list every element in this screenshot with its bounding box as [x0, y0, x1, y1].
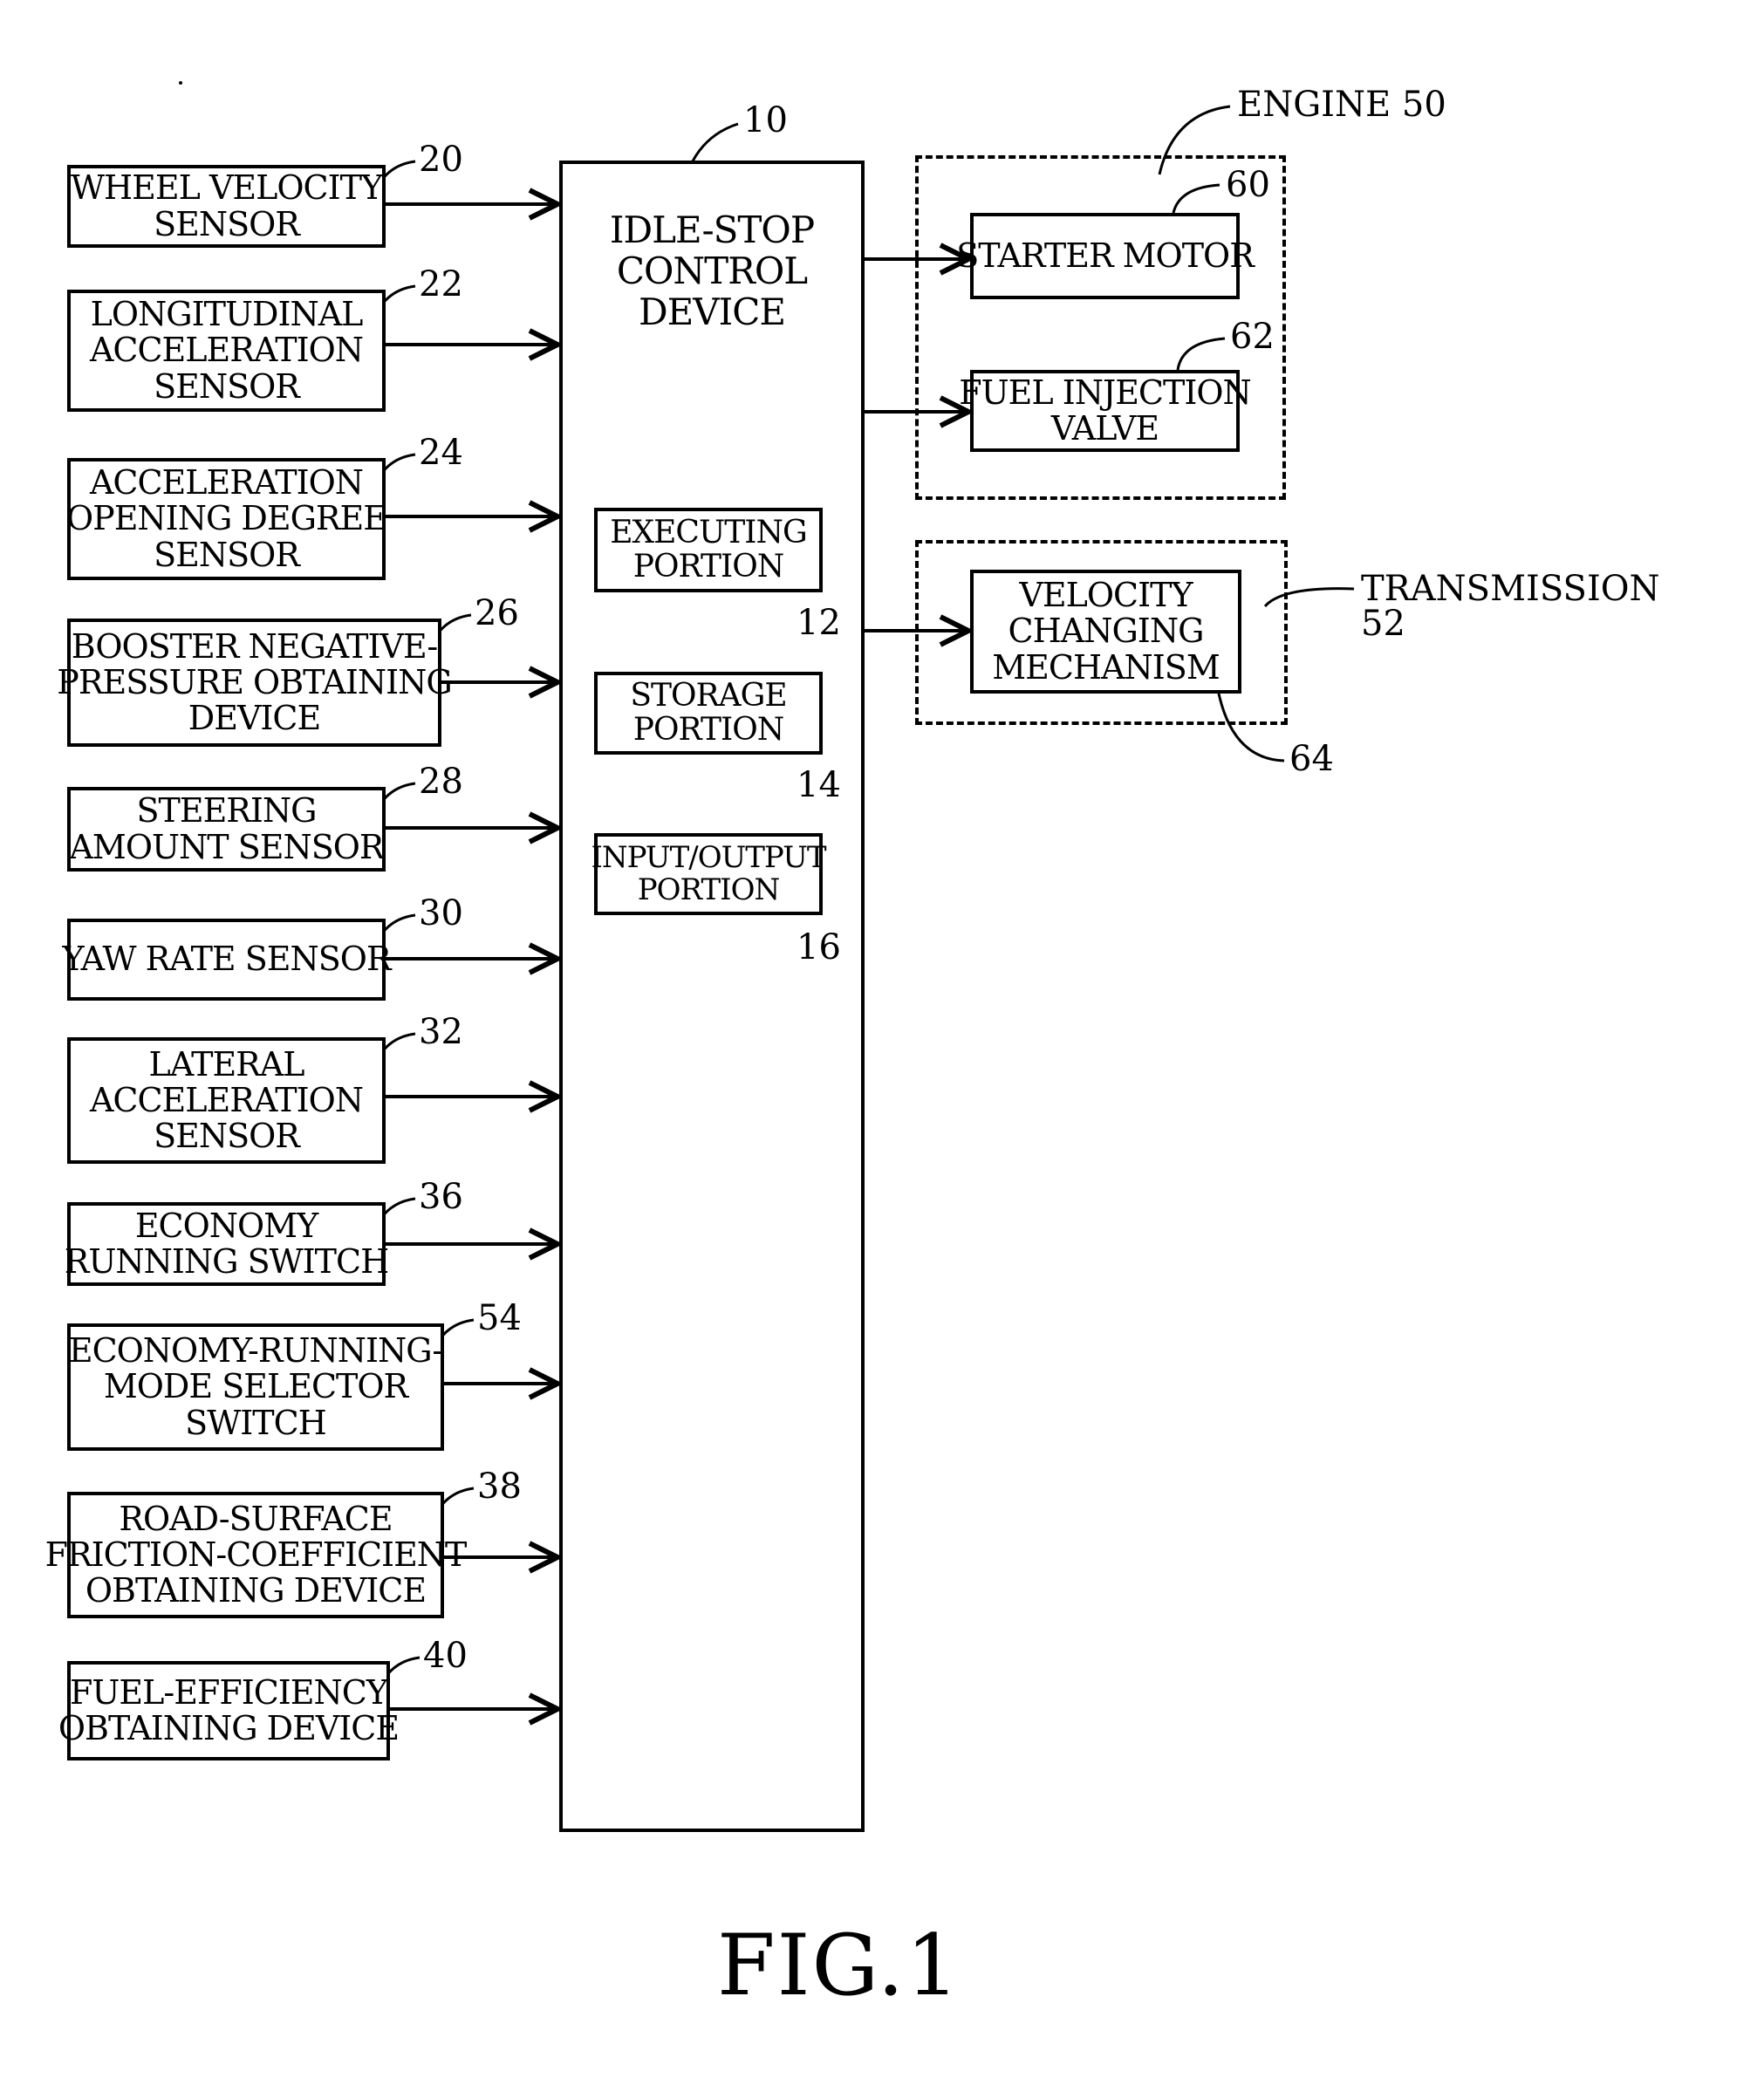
input-block-26: BOOSTER NEGATIVE- PRESSURE OBTAINING DEVIC…: [57, 619, 453, 747]
input-block-32: LATERAL ACCELERATION SENSOR: [67, 1037, 386, 1164]
control-device-label: IDLE-STOP CONTROL DEVICE: [609, 209, 815, 334]
ref-38: 38: [477, 1466, 522, 1507]
ref-64: 64: [1289, 739, 1334, 779]
idle-stop-control-device: [559, 161, 865, 1832]
input-block-40: FUEL-EFFICIENCY OBTAINING DEVICE: [58, 1661, 400, 1760]
executing-portion: EXECUTING PORTION: [594, 508, 823, 592]
starter-motor: STARTER MOTOR: [956, 213, 1255, 299]
input-block-54: ECONOMY-RUNNING- MODE SELECTOR SWITCH: [67, 1323, 444, 1451]
fuel-injection-valve: FUEL INJECTION VALVE: [959, 370, 1252, 452]
ref-10: 10: [743, 100, 788, 140]
ref-60: 60: [1226, 165, 1270, 205]
storage-portion: STORAGE PORTION: [594, 672, 823, 755]
ref-54: 54: [477, 1298, 522, 1338]
engine-label: ENGINE 50: [1237, 85, 1446, 125]
ref-20: 20: [419, 140, 463, 180]
input-block-36: ECONOMY RUNNING SWITCH: [65, 1202, 389, 1286]
ref-32: 32: [419, 1012, 463, 1052]
ref-26: 26: [475, 593, 519, 633]
ref-14: 14: [797, 765, 841, 805]
input-block-38: ROAD-SURFACE FRICTION-COEFFICIENT OBTAININ…: [45, 1492, 467, 1618]
ref-12: 12: [797, 603, 841, 643]
ref-22: 22: [419, 264, 463, 304]
transmission-label: TRANSMISSION 52: [1361, 569, 1660, 644]
input-block-30: YAW RATE SENSOR: [62, 919, 392, 1001]
velocity-changing-mechanism: VELOCITY CHANGING MECHANISM: [970, 570, 1241, 694]
ref-40: 40: [423, 1636, 468, 1676]
ref-28: 28: [419, 762, 463, 802]
input-block-28: STEERING AMOUNT SENSOR: [67, 787, 386, 872]
input-block-22: LONGITUDINAL ACCELERATION SENSOR: [67, 290, 386, 412]
ref-24: 24: [419, 433, 463, 473]
ref-30: 30: [419, 893, 463, 933]
ref-62: 62: [1230, 317, 1275, 357]
figure-caption: FIG.1: [717, 1917, 961, 2014]
ref-16: 16: [797, 927, 841, 967]
input-block-20: WHEEL VELOCITY SENSOR: [67, 165, 386, 248]
stray-mark: [179, 81, 182, 85]
ref-36: 36: [419, 1177, 463, 1217]
input-block-24: ACCELERATION OPENING DEGREE SENSOR: [66, 458, 387, 580]
input-output-portion: INPUT/OUTPUT PORTION: [591, 833, 827, 915]
